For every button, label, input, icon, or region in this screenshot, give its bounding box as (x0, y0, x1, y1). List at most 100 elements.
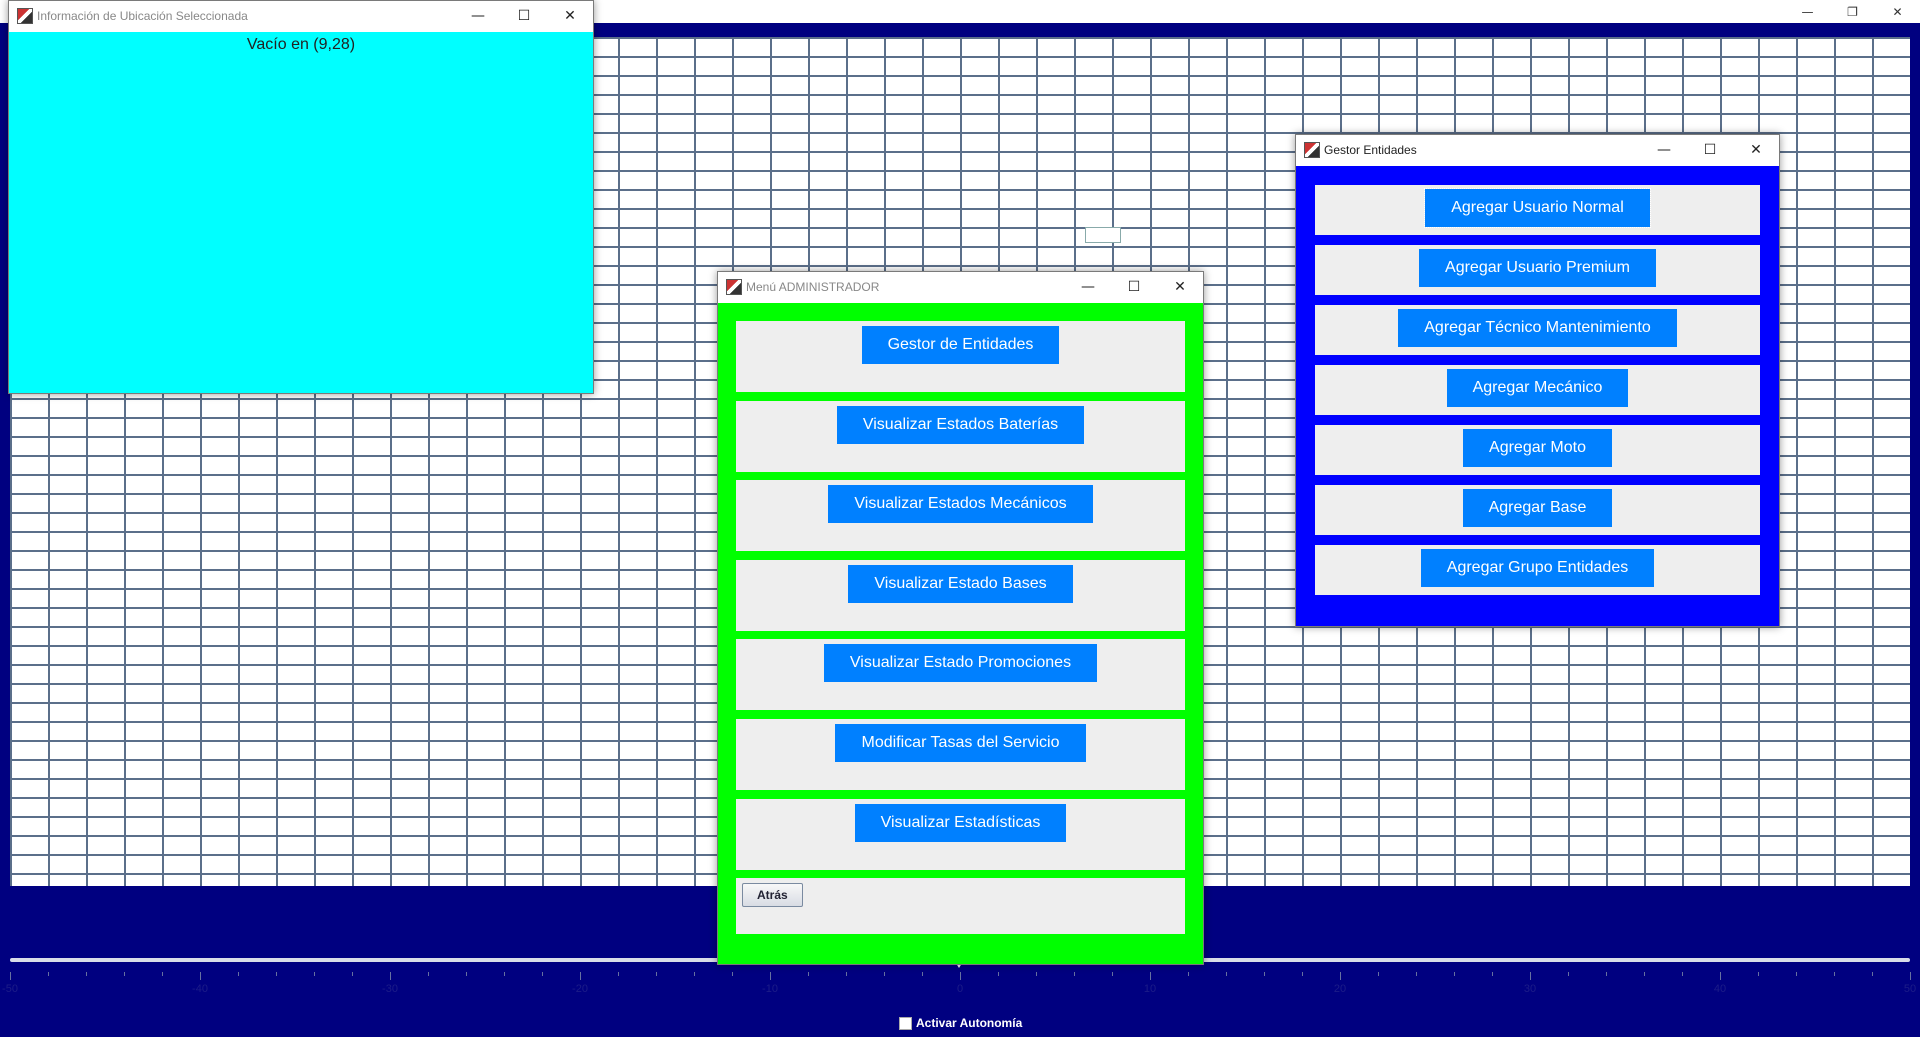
menu-panel: Visualizar Estados Baterías (736, 400, 1185, 472)
info-window-body: Vacío en (9,28) (9, 32, 593, 393)
maximize-icon[interactable]: ☐ (501, 1, 547, 31)
admin-menu-titlebar[interactable]: Menú ADMINISTRADOR — ☐ ✕ (718, 272, 1203, 302)
slider-tick-label: 10 (1143, 983, 1157, 995)
minimize-icon[interactable]: — (1065, 272, 1111, 302)
gestor-panel: Agregar Moto (1315, 425, 1760, 475)
gestor-button-7[interactable]: Agregar Grupo Entidades (1420, 549, 1655, 587)
gestor-button-5[interactable]: Agregar Moto (1463, 429, 1612, 467)
info-window: Información de Ubicación Seleccionada — … (8, 0, 594, 394)
slider-tick (618, 972, 619, 976)
back-button[interactable]: Atrás (742, 883, 803, 908)
gestor-button-2[interactable]: Agregar Usuario Premium (1419, 249, 1656, 287)
gestor-button-1[interactable]: Agregar Usuario Normal (1424, 188, 1651, 228)
back-panel: Atrás (736, 878, 1185, 935)
gestor-panel: Agregar Usuario Normal (1315, 185, 1760, 235)
slider-tick (1720, 972, 1721, 980)
slider-tick (1758, 972, 1759, 976)
java-app-icon (726, 279, 742, 295)
slider-tick (124, 972, 125, 976)
minimize-icon[interactable]: — (455, 1, 501, 31)
minimize-icon[interactable]: — (1785, 0, 1830, 23)
admin-menu-body: Gestor de Entidades Visualizar Estados Ba… (718, 303, 1203, 964)
slider-tick (390, 972, 391, 980)
slider-tick (1872, 972, 1873, 976)
selected-cell[interactable] (1085, 227, 1121, 243)
slider-tick (1568, 972, 1569, 976)
slider-tick (466, 972, 467, 976)
slider-tick (1340, 972, 1341, 980)
slider-tick (1150, 972, 1151, 980)
info-window-title: Información de Ubicación Seleccionada (37, 9, 248, 23)
admin-menu-title: Menú ADMINISTRADOR (746, 280, 880, 294)
slider-tick-label: 50 (1903, 983, 1917, 995)
slider-tick (428, 972, 429, 976)
maximize-icon[interactable]: ☐ (1687, 135, 1733, 165)
slider-tick (1606, 972, 1607, 976)
menu-panel: Visualizar Estado Promociones (736, 639, 1185, 711)
close-icon[interactable]: ✕ (1733, 135, 1779, 165)
slider-tick-label: 30 (1523, 983, 1537, 995)
gestor-button-4[interactable]: Agregar Mecánico (1446, 369, 1629, 407)
gestor-titlebar[interactable]: Gestor Entidades — ☐ ✕ (1296, 135, 1779, 165)
slider-tick (656, 972, 657, 976)
slider-tick (504, 972, 505, 976)
slider-tick-label: -40 (192, 983, 208, 995)
checkbox-box[interactable] (899, 1016, 912, 1030)
slider-tick (1264, 972, 1265, 976)
menu-button-5[interactable]: Visualizar Estado Promociones (823, 644, 1098, 683)
info-window-titlebar[interactable]: Información de Ubicación Seleccionada — … (9, 1, 593, 31)
gestor-button-6[interactable]: Agregar Base (1462, 489, 1613, 527)
gestor-entidades-window: Gestor Entidades — ☐ ✕ Agregar Usuario N… (1295, 134, 1780, 627)
close-icon[interactable]: ✕ (1875, 0, 1920, 23)
slider-tick (808, 972, 809, 976)
java-app-icon (17, 8, 33, 24)
gestor-panel: Agregar Técnico Mantenimiento (1315, 305, 1760, 355)
gestor-button-3[interactable]: Agregar Técnico Mantenimiento (1398, 309, 1677, 347)
slider-tick (162, 972, 163, 976)
gestor-panel: Agregar Grupo Entidades (1315, 545, 1760, 595)
slider-tick-label: 40 (1713, 983, 1727, 995)
slider-tick (1188, 972, 1189, 976)
slider-tick (1910, 972, 1911, 980)
slider-tick (1796, 972, 1797, 976)
menu-panel: Gestor de Entidades (736, 321, 1185, 392)
slider-tick (10, 972, 11, 980)
slider-tick (542, 972, 543, 976)
autonomy-label: Activar Autonomía (916, 1016, 1023, 1030)
close-icon[interactable]: ✕ (547, 1, 593, 31)
slider-tick (1454, 972, 1455, 976)
slider-tick (846, 972, 847, 976)
slider-tick-label: 0 (956, 983, 964, 995)
slider-tick (732, 972, 733, 976)
slider-tick-label: -20 (572, 983, 588, 995)
maximize-icon[interactable]: ☐ (1111, 272, 1157, 302)
slider-tick (770, 972, 771, 980)
slider-tick (1378, 972, 1379, 976)
slider-tick (238, 972, 239, 976)
slider-tick (1416, 972, 1417, 976)
slider-tick (1226, 972, 1227, 976)
menu-panel: Visualizar Estadísticas (736, 798, 1185, 870)
slider-tick (1036, 972, 1037, 976)
autonomy-checkbox[interactable]: Activar Autonomía (899, 1016, 1022, 1030)
gestor-title: Gestor Entidades (1324, 143, 1417, 157)
slider-tick (1530, 972, 1531, 980)
slider-tick (48, 972, 49, 976)
slider-tick (1492, 972, 1493, 976)
menu-button-1[interactable]: Gestor de Entidades (861, 326, 1060, 364)
menu-button-3[interactable]: Visualizar Estados Mecánicos (828, 485, 1093, 524)
menu-button-7[interactable]: Visualizar Estadísticas (854, 803, 1067, 842)
menu-panel: Visualizar Estados Mecánicos (736, 480, 1185, 552)
java-app-icon (1304, 142, 1320, 158)
menu-button-4[interactable]: Visualizar Estado Bases (848, 564, 1073, 603)
slider-tick (580, 972, 581, 980)
slider-tick (1682, 972, 1683, 976)
menu-button-6[interactable]: Modificar Tasas del Servicio (835, 723, 1086, 762)
close-icon[interactable]: ✕ (1157, 272, 1203, 302)
minimize-icon[interactable]: — (1641, 135, 1687, 165)
restore-icon[interactable]: ❐ (1830, 0, 1875, 23)
menu-button-2[interactable]: Visualizar Estados Baterías (836, 405, 1085, 444)
menu-panel: Visualizar Estado Bases (736, 559, 1185, 631)
slider-tick-label: -30 (382, 983, 398, 995)
slider-tick-label: 20 (1333, 983, 1347, 995)
